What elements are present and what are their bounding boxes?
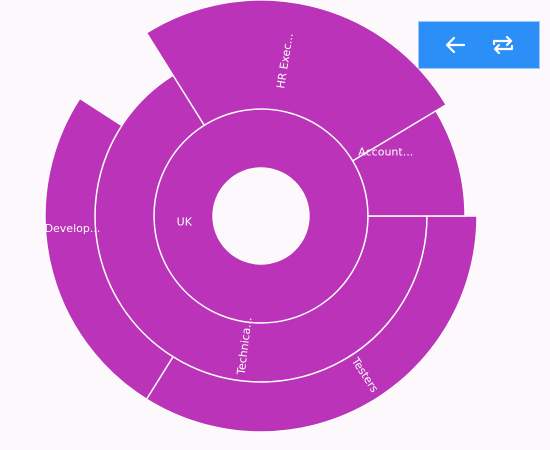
arrow-left-icon	[445, 36, 466, 54]
sunburst-label-acc: Account...	[358, 145, 413, 158]
sunburst-label-develop: Develop...	[45, 222, 101, 235]
drilldown-toolbar	[418, 21, 540, 69]
sunburst-chart-area: UK HR Exec... Account... Technica... Testers…	[0, 0, 550, 450]
repeat-icon	[492, 35, 514, 55]
back-button[interactable]	[438, 28, 472, 62]
reset-button[interactable]	[486, 28, 520, 62]
sunburst-label-uk: UK	[177, 216, 193, 229]
